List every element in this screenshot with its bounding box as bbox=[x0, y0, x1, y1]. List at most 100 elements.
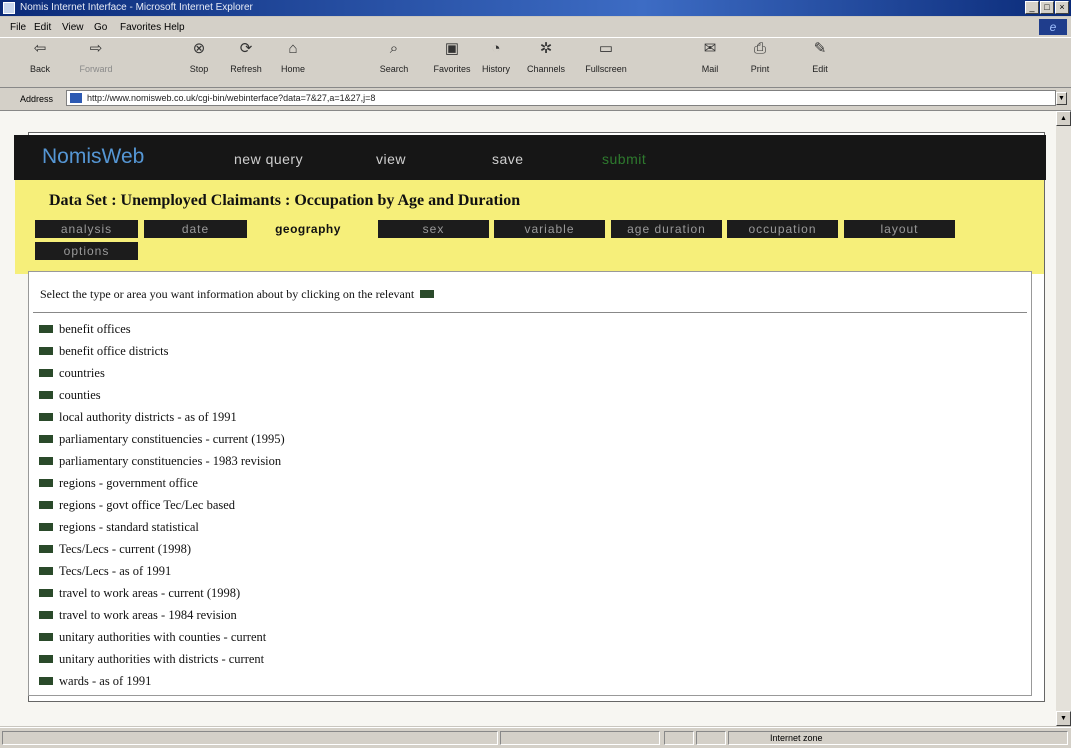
ie-logo-icon: e bbox=[1039, 19, 1067, 35]
menu-favorites[interactable]: Favorites bbox=[120, 22, 161, 33]
site-logo[interactable]: NomisWeb bbox=[42, 145, 144, 169]
select-square-icon[interactable] bbox=[39, 611, 53, 619]
list-item[interactable]: regions - govt office Tec/Lec based bbox=[39, 494, 285, 516]
list-item[interactable]: parliamentary constituencies - current (… bbox=[39, 428, 285, 450]
tab-options[interactable]: options bbox=[35, 242, 138, 260]
maximize-button[interactable]: □ bbox=[1040, 1, 1054, 14]
scroll-down-icon[interactable]: ▼ bbox=[1056, 711, 1071, 726]
mail-button[interactable]: ✉ Mail bbox=[688, 40, 732, 86]
favorites-button[interactable]: ▣ Favorites bbox=[430, 40, 474, 86]
fullscreen-button[interactable]: ▭ Fullscreen bbox=[584, 40, 628, 86]
list-item[interactable]: counties bbox=[39, 384, 285, 406]
list-item[interactable]: regions - government office bbox=[39, 472, 285, 494]
scroll-up-icon[interactable]: ▲ bbox=[1056, 111, 1071, 126]
list-item[interactable]: parliamentary constituencies - 1983 revi… bbox=[39, 450, 285, 472]
select-square-icon[interactable] bbox=[39, 325, 53, 333]
window-title-bar: Nomis Internet Interface - Microsoft Int… bbox=[0, 0, 1071, 16]
nav-submit[interactable]: submit bbox=[602, 151, 646, 167]
tab-analysis[interactable]: analysis bbox=[35, 220, 138, 238]
select-square-icon[interactable] bbox=[39, 545, 53, 553]
status-text-pane bbox=[2, 731, 498, 745]
select-square-icon[interactable] bbox=[39, 347, 53, 355]
list-item[interactable]: travel to work areas - current (1998) bbox=[39, 582, 285, 604]
list-item[interactable]: wards - as of 1991 bbox=[39, 670, 285, 692]
select-square-icon[interactable] bbox=[39, 589, 53, 597]
list-item[interactable]: benefit office districts bbox=[39, 340, 285, 362]
channels-icon: ✲ bbox=[539, 40, 553, 57]
tab-age-duration[interactable]: age duration bbox=[611, 220, 722, 238]
stop-button[interactable]: ⊗ Stop bbox=[177, 40, 221, 86]
menu-edit[interactable]: Edit bbox=[34, 22, 51, 33]
tab-date[interactable]: date bbox=[144, 220, 247, 238]
address-input[interactable]: http://www.nomisweb.co.uk/cgi-bin/webint… bbox=[66, 90, 1056, 106]
tab-geography[interactable]: geography bbox=[253, 220, 363, 238]
print-icon: ⎙ bbox=[753, 40, 766, 57]
geography-type-list: benefit offices benefit office districts… bbox=[39, 318, 285, 692]
select-square-icon[interactable] bbox=[39, 391, 53, 399]
browser-toolbar: ⇦ Back ⇨ Forward ⊗ Stop ⟳ Refresh ⌂ Home ⌕ Sea… bbox=[0, 37, 1071, 88]
menu-file[interactable]: File bbox=[10, 22, 26, 33]
select-square-icon[interactable] bbox=[39, 457, 53, 465]
tab-sex[interactable]: sex bbox=[378, 220, 489, 238]
menu-bar: File Edit View Go Favorites Help e bbox=[0, 17, 1071, 37]
edit-button[interactable]: ✎ Edit bbox=[798, 40, 842, 86]
forward-button[interactable]: ⇨ Forward bbox=[74, 40, 118, 86]
list-item[interactable]: regions - standard statistical bbox=[39, 516, 285, 538]
menu-help[interactable]: Help bbox=[164, 22, 185, 33]
select-square-icon[interactable] bbox=[39, 435, 53, 443]
nav-view[interactable]: view bbox=[376, 151, 406, 167]
back-arrow-icon: ⇦ bbox=[33, 40, 47, 57]
select-square-icon[interactable] bbox=[39, 523, 53, 531]
select-square-icon[interactable] bbox=[39, 677, 53, 685]
home-button[interactable]: ⌂ Home bbox=[271, 40, 315, 86]
address-dropdown-icon[interactable]: ▼ bbox=[1056, 92, 1067, 105]
select-square-icon[interactable] bbox=[39, 369, 53, 377]
refresh-button[interactable]: ⟳ Refresh bbox=[224, 40, 268, 86]
print-button[interactable]: ⎙ Print bbox=[738, 40, 782, 86]
menu-view[interactable]: View bbox=[62, 22, 84, 33]
vertical-scrollbar[interactable]: ▲ ▼ bbox=[1056, 111, 1071, 726]
dataset-panel: Data Set : Unemployed Claimants : Occupa… bbox=[15, 180, 1044, 274]
menu-go[interactable]: Go bbox=[94, 22, 107, 33]
window-title: Nomis Internet Interface - Microsoft Int… bbox=[20, 2, 253, 13]
status-pane bbox=[696, 731, 726, 745]
select-square-icon[interactable] bbox=[39, 479, 53, 487]
instruction-text: Select the type or area you want informa… bbox=[40, 287, 435, 302]
list-item[interactable]: unitary authorities with counties - curr… bbox=[39, 626, 285, 648]
geography-selection-panel: Select the type or area you want informa… bbox=[28, 271, 1032, 696]
home-icon: ⌂ bbox=[288, 40, 298, 57]
list-item[interactable]: travel to work areas - 1984 revision bbox=[39, 604, 285, 626]
select-square-icon[interactable] bbox=[39, 633, 53, 641]
page-icon bbox=[70, 93, 82, 103]
list-item[interactable]: local authority districts - as of 1991 bbox=[39, 406, 285, 428]
select-square-icon[interactable] bbox=[39, 655, 53, 663]
channels-button[interactable]: ✲ Channels bbox=[524, 40, 568, 86]
nav-new-query[interactable]: new query bbox=[234, 151, 303, 167]
back-button[interactable]: ⇦ Back bbox=[18, 40, 62, 86]
tab-occupation[interactable]: occupation bbox=[727, 220, 838, 238]
list-item[interactable]: countries bbox=[39, 362, 285, 384]
minimize-button[interactable]: _ bbox=[1025, 1, 1039, 14]
tab-variable[interactable]: variable bbox=[494, 220, 605, 238]
list-item[interactable]: Tecs/Lecs - current (1998) bbox=[39, 538, 285, 560]
status-bar: Internet zone bbox=[0, 727, 1071, 748]
fullscreen-icon: ▭ bbox=[598, 40, 614, 57]
bullet-square-icon bbox=[420, 290, 435, 298]
tab-layout[interactable]: layout bbox=[844, 220, 955, 238]
close-button[interactable]: × bbox=[1055, 1, 1069, 14]
select-square-icon[interactable] bbox=[39, 501, 53, 509]
history-icon: ◔ bbox=[491, 40, 501, 57]
list-item[interactable]: Tecs/Lecs - as of 1991 bbox=[39, 560, 285, 582]
nav-save[interactable]: save bbox=[492, 151, 524, 167]
history-button[interactable]: ◔ History bbox=[474, 40, 518, 86]
select-square-icon[interactable] bbox=[39, 567, 53, 575]
forward-arrow-icon: ⇨ bbox=[89, 40, 103, 57]
status-pane bbox=[664, 731, 694, 745]
search-button[interactable]: ⌕ Search bbox=[372, 40, 416, 86]
address-label: Address bbox=[20, 94, 54, 104]
list-item[interactable]: benefit offices bbox=[39, 318, 285, 340]
divider bbox=[33, 312, 1027, 313]
select-square-icon[interactable] bbox=[39, 413, 53, 421]
list-item[interactable]: unitary authorities with districts - cur… bbox=[39, 648, 285, 670]
instruction-label: Select the type or area you want informa… bbox=[40, 287, 415, 301]
